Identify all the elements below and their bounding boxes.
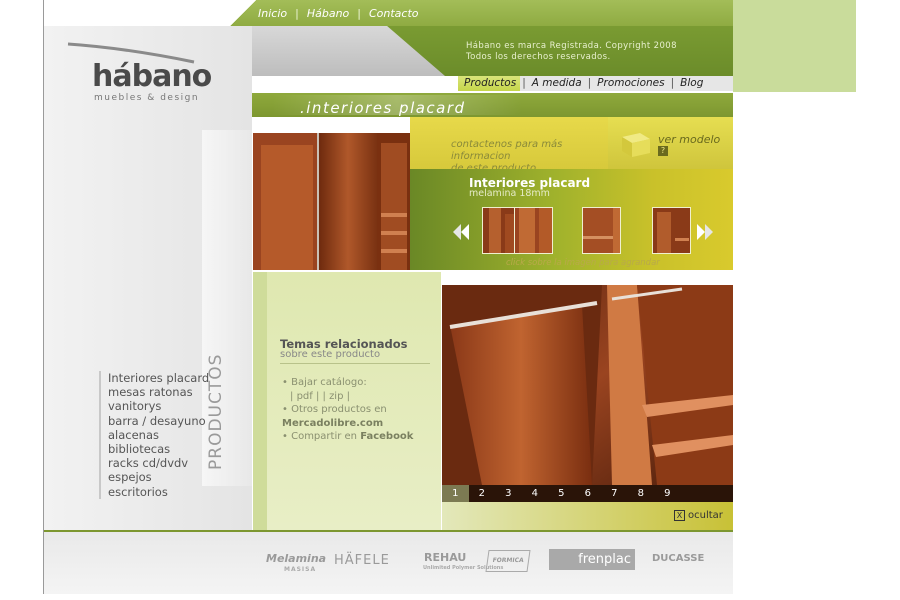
nav-separator: |: [295, 7, 299, 20]
mercadolibre-link[interactable]: Mercadolibre.com: [282, 417, 413, 431]
product-link-interiores-placard[interactable]: Interiores placard: [108, 371, 209, 385]
product-link-bibliotecas[interactable]: bibliotecas: [108, 442, 209, 456]
bullet: •: [282, 431, 288, 442]
logo[interactable]: hábano: [92, 59, 212, 94]
copyright-text: Hábano es marca Registrada. Copyright 20…: [466, 41, 716, 63]
related-item-otros: • Otros productos en: [282, 403, 413, 417]
ocultar-button[interactable]: X ocultar: [674, 510, 723, 521]
catalogo-label: Bajar catálogo:: [291, 377, 367, 388]
nav-separator: |: [357, 7, 361, 20]
image-pager: 1 2 3 4 5 6 7 8 9: [442, 485, 733, 502]
brand-frenplac-logo: frenplac: [549, 549, 635, 570]
menu-a-medida[interactable]: A medida: [532, 77, 582, 89]
menu-separator: |: [522, 77, 526, 89]
nav-inicio[interactable]: Inicio: [258, 7, 287, 23]
product-image[interactable]: [253, 133, 410, 270]
bullet: •: [282, 377, 288, 388]
page-4[interactable]: 4: [522, 485, 549, 502]
cube-question-icon: ?: [658, 146, 668, 156]
brand-ducasse-logo: DUCASSE: [652, 553, 705, 564]
related-item-catalogo: • Bajar catálogo:: [282, 376, 413, 390]
page-3[interactable]: 3: [495, 485, 522, 502]
menu-promociones[interactable]: Promociones: [597, 77, 664, 89]
top-nav: Inicio | Hábano | Contacto: [258, 7, 419, 23]
brand-hafele-logo: HÄFELE: [334, 553, 390, 568]
product-link-barra-desayuno[interactable]: barra / desayuno: [108, 414, 209, 428]
related-item-downloads: | pdf | | zip |: [290, 390, 350, 402]
section-title: .interiores placard: [300, 99, 466, 117]
product-link-vanitorys[interactable]: vanitorys: [108, 399, 209, 413]
product-link-espejos[interactable]: espejos: [108, 470, 209, 484]
page-6[interactable]: 6: [575, 485, 602, 502]
menu-separator: |: [670, 77, 675, 89]
top-nav-bevel: [230, 0, 256, 26]
cube-icon[interactable]: [618, 127, 654, 159]
compartir-label: Compartir en: [291, 431, 358, 442]
thumbnail[interactable]: [514, 207, 553, 254]
menu-separator: |: [587, 77, 592, 89]
brand-masisa-logo: MASISA: [284, 566, 317, 573]
facebook-link[interactable]: Facebook: [360, 431, 413, 442]
related-list: • Bajar catálogo: | pdf | | zip | • Otro…: [282, 376, 413, 444]
sidebar-top: [44, 0, 230, 26]
brand-rehau-logo: REHAU: [424, 551, 467, 564]
menu-productos[interactable]: Productos: [464, 77, 516, 89]
page-5[interactable]: 5: [548, 485, 575, 502]
product-list: Interiores placard mesas ratonas vanitor…: [99, 371, 209, 499]
related-panel-band: [253, 272, 267, 530]
related-subtitle: sobre este producto: [280, 349, 381, 360]
page-2[interactable]: 2: [469, 485, 496, 502]
arrow-left-icon[interactable]: [449, 222, 471, 242]
ocultar-label: ocultar: [688, 510, 723, 521]
product-link-racks[interactable]: racks cd/dvdv: [108, 456, 209, 470]
page-9[interactable]: 9: [654, 485, 681, 502]
thumbnail-subtitle: melamina 18mm: [469, 188, 550, 199]
nav-contacto[interactable]: Contacto: [369, 7, 419, 23]
thumbnail-hint: click sobre la imagen para agrandar: [506, 258, 660, 268]
menu-blog[interactable]: Blog: [680, 77, 703, 89]
product-link-mesas-ratonas[interactable]: mesas ratonas: [108, 385, 209, 399]
otros-label: Otros productos en: [291, 404, 387, 415]
brand-formica-logo: FORMICA: [485, 550, 531, 572]
product-link-escritorios[interactable]: escritorios: [108, 485, 209, 499]
zip-link[interactable]: zip: [329, 391, 343, 402]
pdf-link[interactable]: pdf: [297, 391, 313, 402]
contact-line-1: contactenos para más informacion: [451, 139, 563, 162]
bullet: •: [282, 404, 288, 415]
copyright-line-2: Todos los derechos reservados.: [466, 52, 611, 62]
ver-modelo-link[interactable]: ver modelo: [658, 133, 720, 146]
product-menu: Productos | A medida | Promociones | Blo…: [464, 77, 703, 89]
page-1[interactable]: 1: [442, 485, 469, 502]
copyright-line-1: Hábano es marca Registrada. Copyright 20…: [466, 41, 677, 51]
large-product-image[interactable]: [442, 285, 733, 485]
thumbnail[interactable]: [582, 207, 621, 254]
brand-melamina-logo: Melamina: [266, 552, 327, 565]
header-extension: [733, 0, 856, 92]
page-7[interactable]: 7: [601, 485, 628, 502]
close-icon: X: [674, 510, 685, 521]
page-8[interactable]: 8: [628, 485, 655, 502]
thumbnail[interactable]: [652, 207, 691, 254]
related-item-compartir: • Compartir en Facebook: [282, 430, 413, 444]
product-link-alacenas[interactable]: alacenas: [108, 428, 209, 442]
nav-habano[interactable]: Hábano: [307, 7, 349, 23]
logo-tagline: muebles & design: [94, 93, 200, 103]
related-divider: [280, 363, 430, 364]
arrow-right-icon[interactable]: [695, 222, 717, 242]
